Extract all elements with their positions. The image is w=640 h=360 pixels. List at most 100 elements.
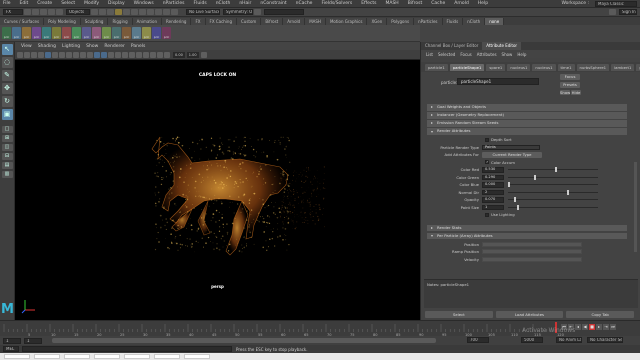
ae-scrollbar[interactable] — [634, 162, 637, 252]
attr-value-field[interactable]: 1 — [482, 204, 504, 210]
resolution-gate-icon[interactable] — [59, 51, 65, 58]
shelf-button-12[interactable]: pdc — [122, 27, 131, 39]
shelf-button-10[interactable]: pdc — [102, 27, 111, 39]
shelf-tab-fluids[interactable]: Fluids — [442, 17, 464, 25]
color-management-icon[interactable] — [200, 51, 207, 58]
attr-slider-knob[interactable] — [516, 204, 519, 210]
go-to-end-icon[interactable]: ⏭ — [610, 324, 616, 330]
node-tab-nucleus1[interactable]: nucleus1 — [532, 63, 556, 71]
lights-icon[interactable] — [115, 51, 121, 58]
ambient-occlusion-icon[interactable] — [129, 51, 135, 58]
shelf-tab-ncloth[interactable]: nCloth — [463, 17, 486, 25]
section-goal-weights[interactable]: Goal Weights and Objects — [427, 104, 627, 111]
copy-tab-button[interactable]: Copy Tab — [566, 310, 635, 318]
scale-tool-icon[interactable]: ▣ — [1, 109, 13, 120]
textured-icon[interactable] — [108, 51, 114, 58]
menu-fields-solvers[interactable]: Fields/Solvers — [321, 1, 352, 6]
menu-ncache[interactable]: nCache — [296, 1, 313, 6]
shelf-tab-polygons[interactable]: Polygons — [387, 17, 415, 25]
four-pane-icon[interactable]: ⊞ — [1, 135, 13, 142]
shelf-button-6[interactable]: pdc — [62, 27, 71, 39]
viewport-menu-lighting[interactable]: Lighting — [62, 44, 80, 49]
stop-icon[interactable]: ■ — [589, 324, 595, 330]
section-emission-seeds[interactable]: Emission Random Stream Seeds — [427, 120, 627, 127]
isolate-select-icon[interactable] — [150, 51, 156, 58]
menu-arnold[interactable]: Arnold — [454, 1, 469, 6]
snap-grid-icon[interactable] — [115, 9, 122, 15]
gamma-field[interactable]: 1.00 — [186, 51, 199, 58]
viewport-menu-shading[interactable]: Shading — [38, 44, 56, 49]
rotate-tool-icon[interactable]: ↻ — [1, 96, 13, 107]
attr-slider-knob[interactable] — [508, 182, 510, 188]
viewport-menu-renderer[interactable]: Renderer — [104, 44, 125, 49]
attr-value-field[interactable]: 0.070 — [482, 197, 504, 203]
animation-end-field[interactable]: 5000 — [521, 337, 543, 343]
outliner-layout-icon[interactable]: ▤ — [1, 162, 13, 169]
shelf-tab-rigging[interactable]: Rigging — [108, 17, 133, 25]
taskbar-item-7[interactable] — [184, 354, 210, 359]
shelf-button-14[interactable]: pdc — [142, 27, 151, 39]
save-scene-icon[interactable] — [40, 9, 47, 15]
shelf-button-11[interactable]: pdc — [112, 27, 121, 39]
menu-bifrost[interactable]: Bifrost — [408, 1, 423, 6]
menu-file[interactable]: File — [3, 1, 11, 6]
gate-mask-icon[interactable] — [66, 51, 72, 58]
playback-end-field[interactable]: 700 — [467, 337, 489, 343]
presets-button[interactable]: Presets — [560, 82, 580, 88]
shelf-button-9[interactable]: pdc — [92, 27, 101, 39]
viewport-persp[interactable]: CAPS LOCK ON persp — [15, 60, 420, 320]
shape-name-field[interactable]: particleShape1 — [457, 78, 539, 85]
section-instancer[interactable]: Instancer (Geometry Replacement) — [427, 112, 627, 119]
render-frame-icon[interactable] — [155, 9, 162, 15]
snap-view-plane-icon[interactable] — [139, 9, 146, 15]
menu-effects[interactable]: Effects — [361, 1, 376, 6]
shelf-tab-fx[interactable]: FX — [191, 17, 206, 25]
exposure-field[interactable]: 0.00 — [173, 51, 185, 58]
node-tab-nurbssphere1[interactable]: nurbsSphere1 — [576, 63, 610, 71]
camera-icon[interactable] — [17, 51, 23, 58]
menu-nparticles[interactable]: nParticles — [163, 1, 185, 6]
attr-slider[interactable] — [508, 182, 598, 188]
step-forward-frame-icon[interactable]: ▸ — [596, 324, 602, 330]
taskbar-item-6[interactable] — [154, 354, 180, 359]
move-tool-icon[interactable]: ✥ — [1, 83, 13, 94]
ae-menu-list[interactable]: List — [426, 52, 433, 57]
shelf-button-16[interactable]: pdc — [162, 27, 171, 39]
pp-expression-field[interactable] — [482, 249, 582, 255]
field-chart-icon[interactable] — [73, 51, 79, 58]
menu-modify[interactable]: Modify — [84, 1, 99, 6]
command-input[interactable] — [22, 346, 232, 352]
ipr-render-icon[interactable] — [163, 9, 170, 15]
shelf-tab-bifrost[interactable]: Bifrost — [261, 17, 284, 25]
section-render-attributes[interactable]: Render Attributes — [427, 128, 627, 135]
live-surface-field[interactable]: No Live Surface — [186, 9, 220, 15]
motion-blur-icon[interactable] — [136, 51, 142, 58]
ae-menu-help[interactable]: Help — [517, 52, 526, 57]
attr-value-field[interactable]: 0.000 — [482, 182, 504, 188]
select-button[interactable]: Select — [425, 310, 493, 318]
menu-edit[interactable]: Edit — [20, 1, 29, 6]
node-tab-nucleus1[interactable]: nucleus1 — [507, 63, 531, 71]
menu-display[interactable]: Display — [108, 1, 125, 6]
camera-attributes-icon[interactable] — [24, 51, 30, 58]
input-line-icon[interactable] — [254, 9, 261, 15]
snap-curve-icon[interactable] — [123, 9, 130, 15]
menu-fluids[interactable]: Fluids — [194, 1, 207, 6]
xray-joints-icon[interactable] — [164, 51, 170, 58]
shelf-button-3[interactable]: pdc — [32, 27, 41, 39]
ae-menu-selected[interactable]: Selected — [438, 52, 455, 57]
taskbar-item-3[interactable] — [64, 354, 90, 359]
menu-mash[interactable]: MASH — [385, 1, 398, 6]
undo-icon[interactable] — [48, 9, 55, 15]
smooth-shade-icon[interactable] — [101, 51, 107, 58]
shelf-tab-poly-modeling[interactable]: Poly Modeling — [44, 17, 81, 25]
playback-start-field[interactable]: 1 — [24, 337, 42, 344]
shelf-tab-sculpting[interactable]: Sculpting — [80, 17, 109, 25]
attr-slider[interactable] — [508, 174, 598, 180]
play-backwards-icon[interactable]: ◀ — [582, 324, 588, 330]
selection-mode-dropdown[interactable]: Objects — [66, 9, 90, 15]
anim-layer-dropdown[interactable]: No Anim Layer — [556, 337, 582, 343]
select-hierarchy-icon[interactable] — [91, 9, 98, 15]
select-object-icon[interactable] — [99, 9, 106, 15]
attr-slider[interactable] — [508, 167, 598, 173]
